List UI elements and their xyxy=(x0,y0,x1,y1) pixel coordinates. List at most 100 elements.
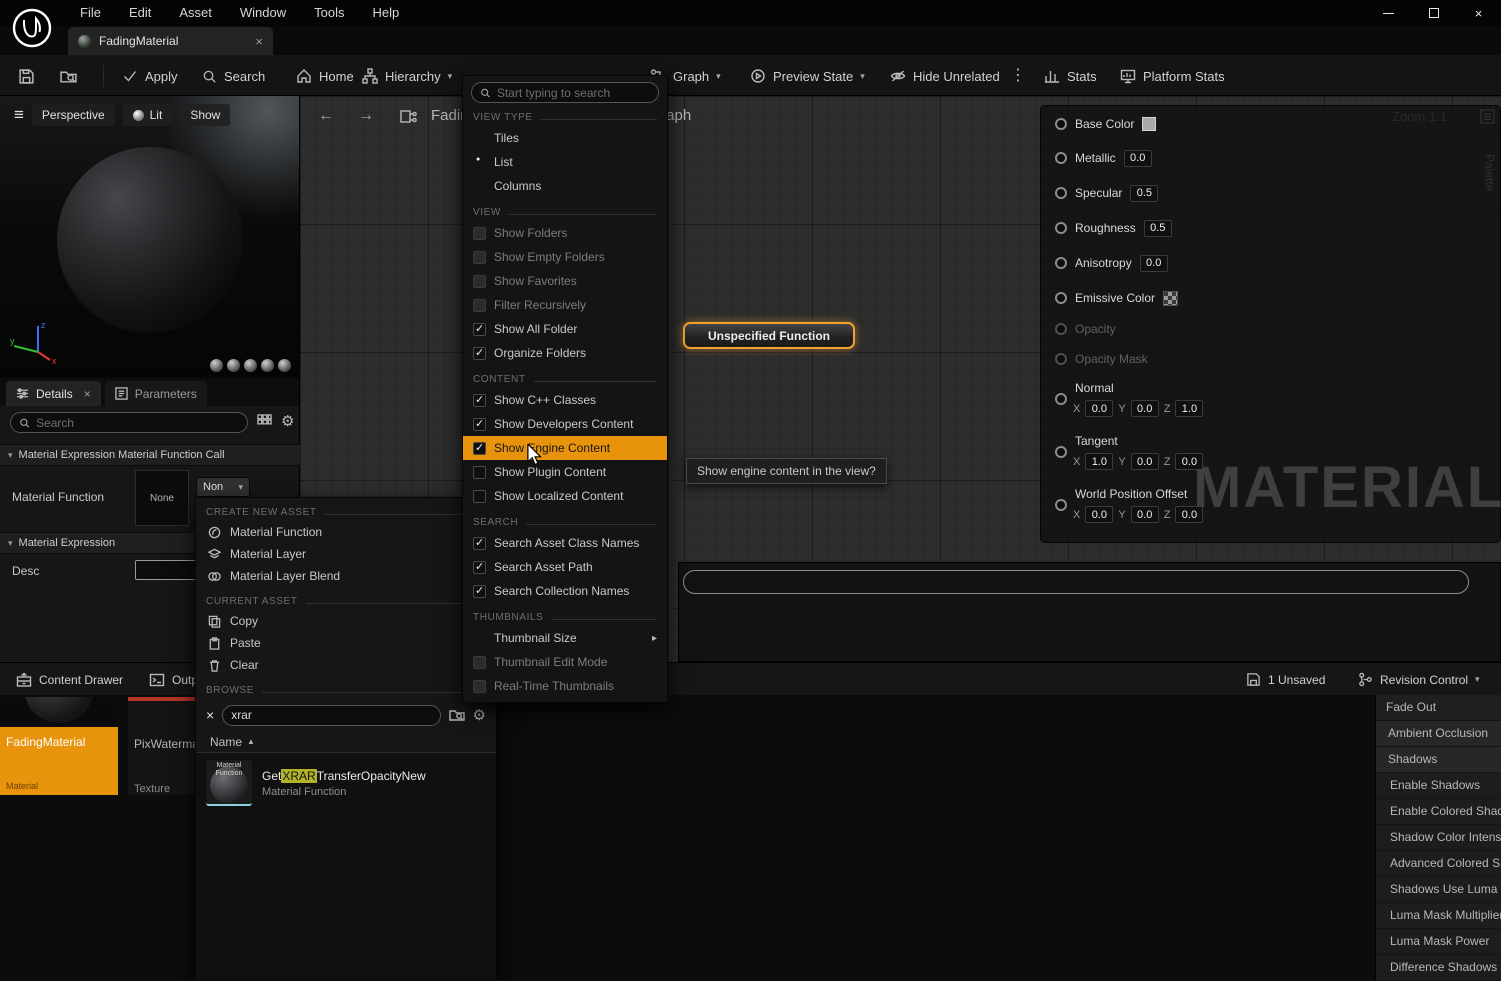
pin-opacity[interactable] xyxy=(1055,323,1067,335)
pin-specular[interactable] xyxy=(1055,187,1067,199)
asset-search-input[interactable] xyxy=(231,708,431,722)
settings-row[interactable]: Shadow Color Intensity xyxy=(1376,825,1501,851)
view-options-gear-icon[interactable]: ⚙ xyxy=(473,706,486,724)
menu-item-copy[interactable]: Copy xyxy=(196,610,496,632)
tab-parameters[interactable]: Parameters xyxy=(105,381,207,406)
specular-value[interactable]: 0.5 xyxy=(1130,185,1158,202)
menubar-item[interactable]: Edit xyxy=(115,0,165,26)
tangent-y-value[interactable]: 0.0 xyxy=(1131,453,1159,470)
menu-item-material-layer[interactable]: Material Layer xyxy=(196,543,496,565)
menu-item[interactable]: Show Plugin Content▸ xyxy=(463,460,667,484)
unspecified-function-node[interactable]: Unspecified Function xyxy=(683,322,855,349)
section-material-function-call[interactable]: ▾ Material Expression Material Function … xyxy=(0,444,300,466)
tangent-z-value[interactable]: 0.0 xyxy=(1175,453,1203,470)
wpo-y-value[interactable]: 0.0 xyxy=(1131,506,1159,523)
pin-anisotropy[interactable] xyxy=(1055,257,1067,269)
menu-search-input[interactable] xyxy=(497,86,650,100)
nav-forward-icon[interactable]: → xyxy=(358,107,374,125)
emissive-color-swatch[interactable] xyxy=(1163,291,1178,306)
content-drawer-button[interactable]: Content Drawer xyxy=(10,667,129,692)
menu-item[interactable]: Search Collection Names▸ xyxy=(463,579,667,603)
menubar-item[interactable]: Asset xyxy=(165,0,226,26)
details-search-field[interactable] xyxy=(10,412,248,433)
stats-button[interactable]: Stats xyxy=(1040,62,1101,90)
settings-row[interactable]: Difference Shadows xyxy=(1376,955,1501,981)
preview-viewport[interactable]: ≡ Perspective Lit Show z y x xyxy=(0,96,300,378)
menu-item[interactable]: Filter Recursively▸ xyxy=(463,293,667,317)
tangent-x-value[interactable]: 1.0 xyxy=(1085,453,1113,470)
find-in-content-browser-icon[interactable] xyxy=(449,707,465,723)
menu-item[interactable]: Search Asset Class Names▸ xyxy=(463,531,667,555)
settings-row[interactable]: Ambient Occlusion xyxy=(1376,721,1501,747)
menu-search-field[interactable] xyxy=(471,82,659,103)
material-function-combobox[interactable]: Non ▾ xyxy=(196,477,250,497)
menu-item-material-layer-blend[interactable]: Material Layer Blend xyxy=(196,565,496,587)
details-settings-gear-icon[interactable]: ⚙ xyxy=(281,412,294,430)
hierarchy-button[interactable]: Hierarchy ▾ xyxy=(358,62,456,90)
pin-tangent[interactable] xyxy=(1055,446,1067,458)
pin-opacity-mask[interactable] xyxy=(1055,353,1067,365)
browse-to-asset-button[interactable] xyxy=(56,62,81,90)
revision-control-button[interactable]: Revision Control ▾ xyxy=(1352,667,1486,692)
menu-item[interactable]: Columns▸ xyxy=(463,174,667,198)
metallic-value[interactable]: 0.0 xyxy=(1124,150,1152,167)
menu-item[interactable]: Show C++ Classes▸ xyxy=(463,388,667,412)
material-function-thumbnail[interactable]: None xyxy=(135,470,189,526)
menu-item[interactable]: Show Developers Content▸ xyxy=(463,412,667,436)
anisotropy-value[interactable]: 0.0 xyxy=(1140,255,1168,272)
menubar-item[interactable]: Tools xyxy=(300,0,358,26)
tab-details[interactable]: Details × xyxy=(6,381,101,406)
roughness-value[interactable]: 0.5 xyxy=(1144,220,1172,237)
menubar-item[interactable]: File xyxy=(66,0,115,26)
close-button[interactable]: × xyxy=(1456,0,1501,26)
hide-unrelated-button[interactable]: Hide Unrelated xyxy=(886,62,1004,90)
settings-row[interactable]: Fade Out xyxy=(1376,695,1501,721)
graph-search-bar[interactable] xyxy=(683,570,1469,594)
maximize-button[interactable] xyxy=(1411,0,1456,26)
pin-normal[interactable] xyxy=(1055,393,1067,405)
clear-search-icon[interactable]: × xyxy=(206,707,214,723)
search-button[interactable]: Search xyxy=(198,62,269,90)
menu-item-paste[interactable]: Paste xyxy=(196,632,496,654)
settings-row[interactable]: Advanced Colored Shadows xyxy=(1376,851,1501,877)
show-button[interactable]: Show xyxy=(180,104,230,126)
pin-metallic[interactable] xyxy=(1055,152,1067,164)
minimize-button[interactable] xyxy=(1366,0,1411,26)
tab-close-icon[interactable]: × xyxy=(255,34,263,49)
normal-x-value[interactable]: 0.0 xyxy=(1085,400,1113,417)
details-search-input[interactable] xyxy=(36,416,239,430)
settings-row[interactable]: Enable Shadows xyxy=(1376,773,1501,799)
graph-search-input[interactable] xyxy=(684,571,1468,593)
menu-item[interactable]: List▸ xyxy=(463,150,667,174)
asset-search-field[interactable] xyxy=(222,705,440,726)
menu-item[interactable]: Real-Time Thumbnails▸ xyxy=(463,674,667,698)
settings-row[interactable]: Shadows xyxy=(1376,747,1501,773)
unsaved-button[interactable]: 1 Unsaved xyxy=(1240,667,1331,692)
wpo-z-value[interactable]: 0.0 xyxy=(1175,506,1203,523)
apply-button[interactable]: Apply xyxy=(118,62,182,90)
toolbar-overflow-icon[interactable]: ⋮ xyxy=(1010,65,1026,85)
wpo-x-value[interactable]: 0.0 xyxy=(1085,506,1113,523)
pin-world-position-offset[interactable] xyxy=(1055,499,1067,511)
settings-row[interactable]: Enable Colored Shadows xyxy=(1376,799,1501,825)
pin-roughness[interactable] xyxy=(1055,222,1067,234)
preview-state-button[interactable]: Preview State ▾ xyxy=(746,62,869,90)
normal-z-value[interactable]: 1.0 xyxy=(1175,400,1203,417)
settings-row[interactable]: Luma Mask Multiplier xyxy=(1376,903,1501,929)
preview-mesh-buttons[interactable] xyxy=(210,359,291,372)
menubar-item[interactable]: Help xyxy=(358,0,413,26)
menu-item[interactable]: Show Localized Content▸ xyxy=(463,484,667,508)
menu-item-material-function[interactable]: Material Function xyxy=(196,521,496,543)
menu-item[interactable]: Show Favorites▸ xyxy=(463,269,667,293)
menu-item[interactable]: Search Asset Path▸ xyxy=(463,555,667,579)
menu-item[interactable]: Show Empty Folders▸ xyxy=(463,245,667,269)
menu-item[interactable]: Organize Folders▸ xyxy=(463,341,667,365)
pin-emissive-color[interactable] xyxy=(1055,292,1067,304)
lit-button[interactable]: Lit xyxy=(123,104,173,126)
home-button[interactable]: Home xyxy=(292,62,358,90)
material-result-node[interactable]: MATERIAL Base Color Metallic 0.0 Specula… xyxy=(1040,105,1501,543)
menu-item[interactable]: Show All Folder▸ xyxy=(463,317,667,341)
menu-item[interactable]: Tiles▸ xyxy=(463,126,667,150)
normal-y-value[interactable]: 0.0 xyxy=(1131,400,1159,417)
base-color-swatch[interactable] xyxy=(1142,117,1156,131)
